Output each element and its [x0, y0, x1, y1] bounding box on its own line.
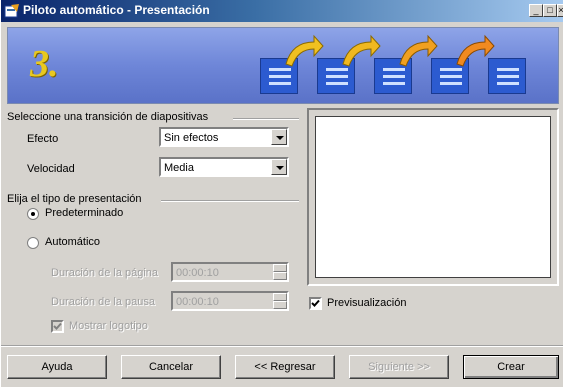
help-button[interactable]: Ayuda: [7, 355, 107, 379]
maximize-button[interactable]: □: [543, 4, 557, 17]
title-bar[interactable]: Piloto automático - Presentación _ □ ×: [1, 0, 563, 22]
automatic-radio[interactable]: [27, 237, 39, 249]
speed-value: Media: [164, 162, 194, 174]
transition-group-label: Seleccione una transición de diapositiva…: [7, 111, 209, 123]
maximize-icon: □: [547, 5, 553, 15]
curved-arrow-icon: [342, 34, 381, 67]
preview-canvas: [315, 116, 551, 278]
effect-select[interactable]: Sin efectos: [159, 127, 289, 147]
presentation-group-label: Elija el tipo de presentación: [7, 193, 142, 205]
group-divider: [161, 200, 299, 202]
speed-label: Velocidad: [27, 163, 75, 175]
wizard-banner: 3.: [7, 27, 559, 104]
minimize-icon: _: [533, 5, 539, 15]
wizard-window: Piloto automático - Presentación _ □ × 3…: [0, 0, 563, 387]
effect-value: Sin efectos: [164, 132, 219, 144]
preview-checkbox[interactable]: [309, 297, 322, 310]
spin-up-icon[interactable]: [273, 264, 287, 272]
curved-arrow-icon: [456, 34, 495, 67]
show-logo-label[interactable]: Mostrar logotipo: [69, 320, 148, 332]
checkmark-icon: [311, 299, 320, 307]
pause-duration-spinner[interactable]: 00:00:10: [171, 291, 289, 311]
chevron-down-icon[interactable]: [271, 129, 287, 145]
window-title: Piloto automático - Presentación: [23, 3, 210, 17]
spin-up-icon[interactable]: [273, 293, 287, 301]
chevron-down-icon[interactable]: [271, 159, 287, 175]
app-icon: [4, 4, 19, 18]
minimize-button[interactable]: _: [529, 4, 543, 17]
speed-select[interactable]: Media: [159, 157, 289, 177]
page-duration-label: Duración de la página: [51, 267, 159, 279]
default-radio-label[interactable]: Predeterminado: [45, 207, 123, 219]
preview-checkbox-label[interactable]: Previsualización: [327, 297, 406, 309]
automatic-radio-label[interactable]: Automático: [45, 236, 100, 248]
button-bar-separator: [1, 345, 563, 347]
effect-label: Efecto: [27, 133, 59, 145]
pause-duration-label: Duración de la pausa: [51, 296, 155, 308]
pause-duration-value: 00:00:10: [176, 296, 219, 308]
back-button[interactable]: << Regresar: [235, 355, 335, 379]
spin-down-icon[interactable]: [273, 301, 287, 309]
checkmark-icon: [53, 322, 62, 330]
cancel-button[interactable]: Cancelar: [121, 355, 221, 379]
close-button[interactable]: ×: [557, 4, 563, 17]
preview-panel: [307, 108, 559, 286]
curved-arrow-icon: [285, 34, 324, 67]
create-button[interactable]: Crear: [463, 355, 559, 379]
next-button[interactable]: Siguiente >>: [349, 355, 449, 379]
page-duration-spinner[interactable]: 00:00:10: [171, 262, 289, 282]
default-radio[interactable]: [27, 208, 39, 220]
step-number: 3.: [30, 43, 59, 85]
show-logo-checkbox[interactable]: [51, 320, 64, 333]
group-divider: [233, 118, 299, 120]
curved-arrow-icon: [399, 34, 438, 67]
close-icon: ×: [558, 5, 563, 15]
page-duration-value: 00:00:10: [176, 267, 219, 279]
spin-down-icon[interactable]: [273, 272, 287, 280]
